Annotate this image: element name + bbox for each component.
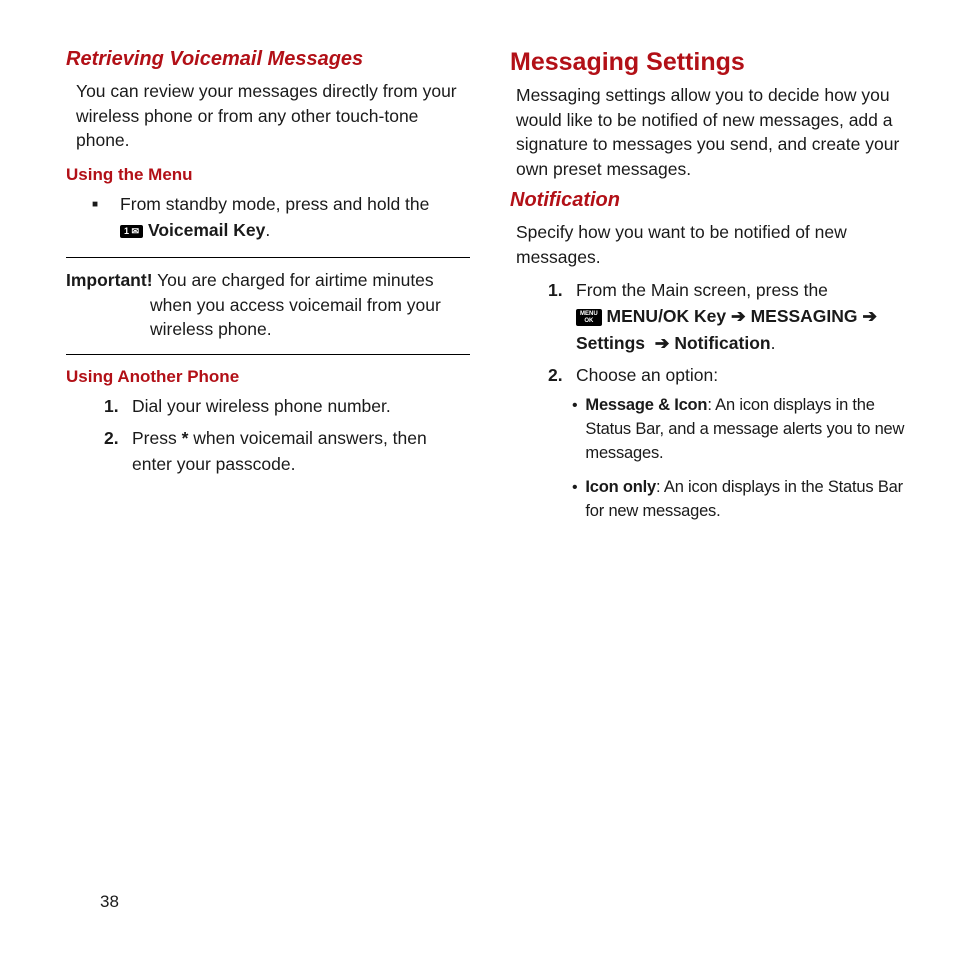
subheading-using-menu: Using the Menu xyxy=(66,165,470,185)
square-bullet-icon: ■ xyxy=(92,197,98,244)
steps-another-phone: 1. Dial your wireless phone number. 2. P… xyxy=(66,393,470,478)
step-number: 1. xyxy=(548,277,576,356)
step-number: 2. xyxy=(548,362,576,388)
paragraph-notification-intro: Specify how you want to be notified of n… xyxy=(510,220,914,269)
menu-ok-key-icon: MENUOK xyxy=(576,309,602,326)
notification-options: • Message & Icon: An icon displays in th… xyxy=(510,394,914,524)
bullet-icon: • xyxy=(572,476,577,524)
heading-retrieving-voicemail: Retrieving Voicemail Messages xyxy=(66,48,470,71)
subheading-notification: Notification xyxy=(510,189,914,212)
paragraph-voicemail-intro: You can review your messages directly fr… xyxy=(66,79,470,153)
arrow-icon: ➔ xyxy=(655,333,670,353)
option-message-and-icon: • Message & Icon: An icon displays in th… xyxy=(572,394,914,466)
bullet-icon: • xyxy=(572,394,577,466)
voicemail-key-icon: 1 ✉ xyxy=(120,225,143,238)
left-column: Retrieving Voicemail Messages You can re… xyxy=(66,48,470,534)
subheading-using-another-phone: Using Another Phone xyxy=(66,367,470,387)
paragraph-messaging-intro: Messaging settings allow you to decide h… xyxy=(510,83,914,181)
right-column: Messaging Settings Messaging settings al… xyxy=(510,48,914,534)
page-number: 38 xyxy=(100,892,119,912)
bullet-voicemail-key: ■ From standby mode, press and hold the … xyxy=(66,191,470,244)
important-note: Important! You are charged for airtime m… xyxy=(66,257,470,355)
step-number: 2. xyxy=(104,425,132,478)
step-number: 1. xyxy=(104,393,132,419)
option-icon-only: • Icon only: An icon displays in the Sta… xyxy=(572,476,914,524)
arrow-icon: ➔ xyxy=(731,306,746,326)
arrow-icon: ➔ xyxy=(862,306,877,326)
heading-messaging-settings: Messaging Settings xyxy=(510,48,914,77)
steps-notification: 1. From the Main screen, press the MENUO… xyxy=(510,277,914,388)
